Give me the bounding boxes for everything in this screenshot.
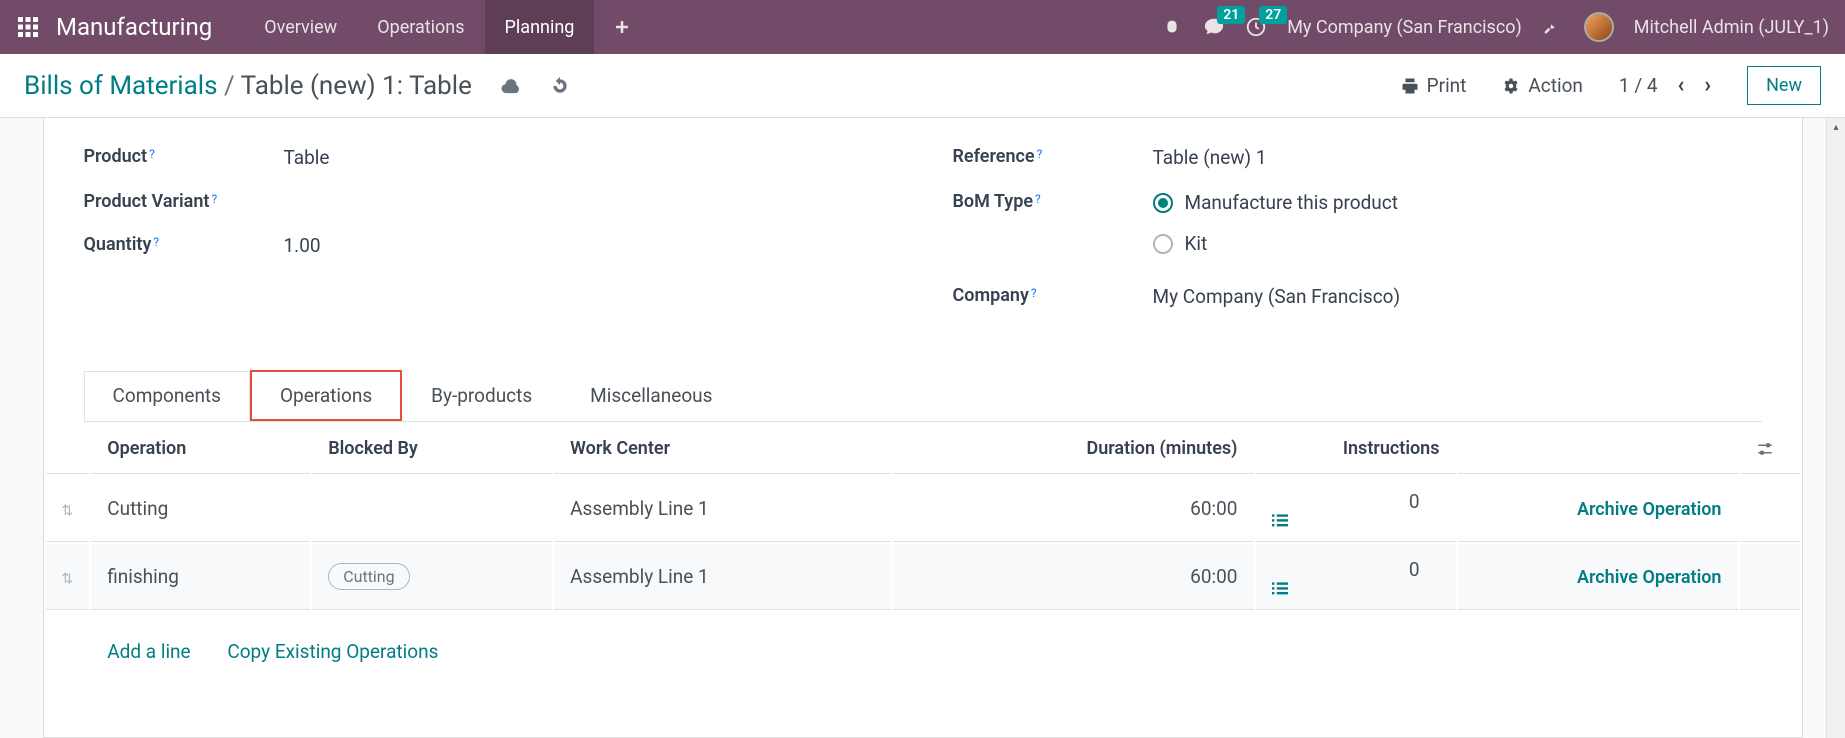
tools-icon[interactable] [1542, 16, 1564, 38]
list-icon[interactable] [1272, 513, 1440, 527]
cell-blocked-by[interactable] [312, 476, 552, 542]
help-icon[interactable]: ? [153, 235, 159, 249]
control-bar: Bills of Materials / Table (new) 1: Tabl… [0, 54, 1845, 118]
avatar[interactable] [1584, 12, 1614, 42]
cell-operation[interactable]: finishing [91, 544, 310, 610]
tab-by-products[interactable]: By-products [402, 371, 561, 422]
drag-handle-icon[interactable]: ⇅ [62, 503, 74, 519]
activities-icon[interactable]: 27 [1245, 16, 1267, 38]
radio-label: Kit [1185, 232, 1208, 255]
tab-components[interactable]: Components [84, 371, 250, 422]
action-button[interactable]: Action [1502, 74, 1583, 97]
breadcrumb: Bills of Materials / Table (new) 1: Tabl… [24, 71, 472, 101]
messages-icon[interactable]: 21 [1203, 16, 1225, 38]
tab-miscellaneous[interactable]: Miscellaneous [561, 371, 741, 422]
breadcrumb-current: Table (new) 1: Table [241, 71, 472, 101]
cell-duration[interactable]: 60:00 [893, 476, 1254, 542]
apps-icon[interactable] [16, 15, 40, 39]
nav-item-overview[interactable]: Overview [244, 0, 357, 54]
discard-icon[interactable] [550, 76, 570, 96]
cell-blocked-by[interactable]: Cutting [312, 544, 552, 610]
pager-prev-icon[interactable]: ‹ [1678, 73, 1685, 98]
tab-operations[interactable]: Operations [250, 370, 402, 421]
th-operation[interactable]: Operation [91, 424, 310, 474]
help-icon[interactable]: ? [211, 192, 217, 206]
reference-label: Reference? [953, 146, 1153, 167]
column-settings-icon[interactable] [1756, 442, 1784, 456]
cell-work-center[interactable]: Assembly Line 1 [554, 476, 890, 542]
app-name-label[interactable]: Manufacturing [56, 13, 212, 41]
company-value[interactable]: My Company (San Francisco) [1153, 285, 1401, 308]
archive-operation-link[interactable]: Archive Operation [1577, 567, 1722, 588]
scroll-up-icon[interactable]: ▴ [1827, 118, 1845, 136]
company-switcher[interactable]: My Company (San Francisco) [1287, 17, 1522, 38]
activities-badge: 27 [1259, 6, 1287, 24]
radio-checked-icon [1153, 193, 1173, 213]
list-icon[interactable] [1272, 581, 1440, 595]
cell-duration[interactable]: 60:00 [893, 544, 1254, 610]
pager-next-icon[interactable]: › [1704, 73, 1711, 98]
th-work-center[interactable]: Work Center [554, 424, 890, 474]
th-duration[interactable]: Duration (minutes) [893, 424, 1254, 474]
th-instructions[interactable]: Instructions [1256, 424, 1456, 474]
print-label: Print [1427, 74, 1467, 97]
add-line-link[interactable]: Add a line [91, 626, 206, 677]
archive-operation-link[interactable]: Archive Operation [1577, 499, 1722, 520]
nav-add-icon[interactable] [594, 19, 650, 35]
breadcrumb-root[interactable]: Bills of Materials [24, 71, 218, 101]
operations-table: Operation Blocked By Work Center Duratio… [44, 422, 1802, 693]
action-label: Action [1528, 74, 1583, 97]
drag-handle-icon[interactable]: ⇅ [62, 571, 74, 587]
quantity-value[interactable]: 1.00 [284, 234, 321, 257]
pager: 1 / 4 ‹ › [1619, 73, 1711, 98]
product-variant-label: Product Variant? [84, 191, 284, 212]
table-row[interactable]: ⇅ finishing Cutting Assembly Line 1 60:0… [46, 544, 1800, 610]
company-label: Company? [953, 285, 1153, 306]
main-navbar: Manufacturing Overview Operations Planni… [0, 0, 1845, 54]
quantity-label: Quantity? [84, 234, 284, 255]
nav-item-operations[interactable]: Operations [357, 0, 484, 54]
help-icon[interactable]: ? [1035, 192, 1041, 206]
print-button[interactable]: Print [1401, 74, 1467, 97]
table-row[interactable]: ⇅ Cutting Assembly Line 1 60:00 0 Archiv… [46, 476, 1800, 542]
new-button[interactable]: New [1747, 66, 1821, 105]
messages-badge: 21 [1217, 6, 1245, 24]
help-icon[interactable]: ? [149, 147, 155, 161]
nav-item-planning[interactable]: Planning [485, 0, 595, 54]
cell-work-center[interactable]: Assembly Line 1 [554, 544, 890, 610]
bom-type-radio-manufacture[interactable]: Manufacture this product [1153, 191, 1398, 214]
copy-existing-link[interactable]: Copy Existing Operations [211, 626, 454, 677]
radio-unchecked-icon [1153, 234, 1173, 254]
product-label: Product? [84, 146, 284, 167]
help-icon[interactable]: ? [1037, 147, 1043, 161]
tabs: Components Operations By-products Miscel… [84, 370, 1762, 422]
cloud-save-icon[interactable] [500, 76, 522, 96]
blocked-by-chip: Cutting [328, 563, 409, 590]
pager-text[interactable]: 1 / 4 [1619, 74, 1658, 97]
debug-icon[interactable] [1161, 16, 1183, 38]
product-value[interactable]: Table [284, 146, 330, 169]
cell-instructions[interactable]: 0 [1256, 544, 1456, 610]
user-menu[interactable]: Mitchell Admin (JULY_1) [1634, 17, 1829, 38]
help-icon[interactable]: ? [1031, 286, 1037, 300]
reference-value[interactable]: Table (new) 1 [1153, 146, 1267, 169]
th-blocked-by[interactable]: Blocked By [312, 424, 552, 474]
form-sheet: Product? Table Product Variant? Quantity… [43, 118, 1803, 738]
radio-label: Manufacture this product [1185, 191, 1398, 214]
bom-type-label: BoM Type? [953, 191, 1153, 212]
cell-instructions[interactable]: 0 [1256, 476, 1456, 542]
cell-operation[interactable]: Cutting [91, 476, 310, 542]
window-scrollbar[interactable]: ▴ [1826, 118, 1845, 738]
bom-type-radio-kit[interactable]: Kit [1153, 232, 1398, 255]
